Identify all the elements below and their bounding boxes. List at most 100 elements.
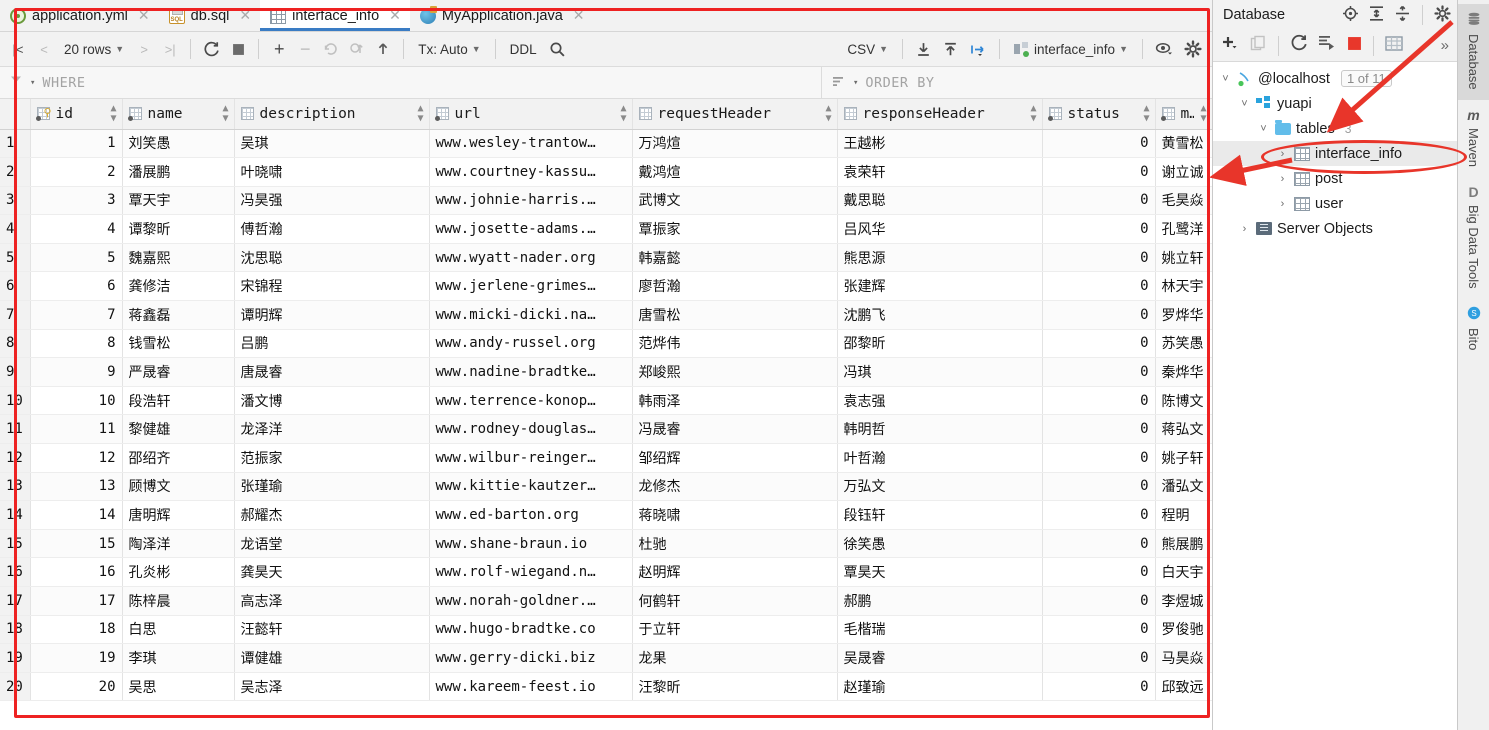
cell-url[interactable]: www.micki-dicki.na… xyxy=(429,300,633,330)
table-row[interactable]: 2 2 潘展鹏 叶晓啸 www.courtney-kassu… 戴鸿煊 袁荣轩 0 谢立诚 xyxy=(0,157,1212,187)
stop-icon[interactable] xyxy=(226,36,250,62)
table-row[interactable]: 10 10 段浩轩 潘文博 www.terrence-konop… 韩雨泽 袁志强 0 陈博文 xyxy=(0,386,1212,416)
cell-status[interactable]: 0 xyxy=(1042,357,1156,387)
cell-url[interactable]: www.gerry-dicki.biz xyxy=(429,643,633,673)
cell-description[interactable]: 谭健雄 xyxy=(234,643,430,673)
column-header-requestHeader[interactable]: requestHeader ▲ ▼ xyxy=(632,99,838,130)
transaction-mode-selector[interactable]: Tx: Auto ▼ xyxy=(412,42,486,57)
cell-status[interactable]: 0 xyxy=(1042,329,1156,359)
result-grid[interactable]: ⚲ id ▲ ▼ name ▲ ▼ description ▲ ▼ url ▲ ▼ requestHead… xyxy=(0,99,1212,730)
table-row[interactable]: 20 20 吴思 吴志泽 www.kareem-feest.io 汪黎昕 赵瑾瑜 0 邱致远 xyxy=(0,672,1212,702)
sort-indicator-icon[interactable]: ▲ ▼ xyxy=(1030,103,1036,124)
tree-node-server-objects[interactable]: › Server Objects xyxy=(1213,216,1457,241)
cell-name[interactable]: 龚修洁 xyxy=(122,271,235,302)
cell-id[interactable]: 6 xyxy=(30,271,123,302)
column-header-name[interactable]: name ▲ ▼ xyxy=(122,99,235,130)
cell-id[interactable]: 18 xyxy=(30,615,123,645)
export-format-selector[interactable]: CSV ▼ xyxy=(841,42,894,57)
sort-indicator-icon[interactable]: ▲ ▼ xyxy=(1200,103,1206,124)
column-header-responseHeader[interactable]: responseHeader ▲ ▼ xyxy=(837,99,1043,130)
column-header-description[interactable]: description ▲ ▼ xyxy=(234,99,430,130)
reload-icon[interactable] xyxy=(199,36,224,62)
cell-id[interactable]: 11 xyxy=(30,414,123,445)
table-row[interactable]: 17 17 陈梓晨 高志泽 www.norah-goldner.… 何鹤轩 郝鹏 0 李煜城 xyxy=(0,586,1212,616)
tree-node-tables[interactable]: ˅ tables 3 xyxy=(1213,116,1457,141)
cell-id[interactable]: 7 xyxy=(30,300,123,330)
cell-url[interactable]: www.rodney-douglas… xyxy=(429,414,633,445)
cell-name[interactable]: 陶泽洋 xyxy=(122,529,235,559)
cell-requestHeader[interactable]: 赵明辉 xyxy=(632,557,838,587)
cell-requestHeader[interactable]: 范烨伟 xyxy=(632,329,838,359)
chevron-right-icon[interactable]: › xyxy=(1276,173,1289,185)
cell-requestHeader[interactable]: 杜驰 xyxy=(632,529,838,559)
cell-status[interactable]: 0 xyxy=(1042,500,1156,530)
cell-responseHeader[interactable]: 张建辉 xyxy=(837,271,1043,302)
cell-id[interactable]: 5 xyxy=(30,243,123,273)
where-filter-input[interactable]: ▾ WHERE xyxy=(0,67,822,98)
cell-met[interactable]: 程明 xyxy=(1155,500,1212,530)
cell-description[interactable]: 冯昊强 xyxy=(234,186,430,216)
close-icon[interactable]: ✕ xyxy=(138,9,150,23)
cell-met[interactable]: 熊展鹏 xyxy=(1155,529,1212,559)
sort-indicator-icon[interactable]: ▲ ▼ xyxy=(110,103,116,124)
table-row[interactable]: 9 9 严晟睿 唐晟睿 www.nadine-bradtke… 郑峻熙 冯琪 0 秦烨华 xyxy=(0,357,1212,387)
cell-status[interactable]: 0 xyxy=(1042,472,1156,502)
cell-requestHeader[interactable]: 蒋晓啸 xyxy=(632,500,838,530)
cell-description[interactable]: 叶晓啸 xyxy=(234,157,430,187)
cell-status[interactable]: 0 xyxy=(1042,214,1156,244)
tool-tab-maven[interactable]: m Maven xyxy=(1458,100,1489,177)
table-row[interactable]: 3 3 覃天宇 冯昊强 www.johnie-harris.… 武博文 戴思聪 0 毛昊焱 xyxy=(0,186,1212,216)
cell-name[interactable]: 谭黎昕 xyxy=(122,214,235,244)
cell-status[interactable]: 0 xyxy=(1042,529,1156,559)
close-icon[interactable]: ✕ xyxy=(573,9,585,23)
cell-responseHeader[interactable]: 王越彬 xyxy=(837,129,1043,159)
cell-url[interactable]: www.kareem-feest.io xyxy=(429,672,633,702)
prev-page-button[interactable]: < xyxy=(32,36,56,62)
cell-url[interactable]: www.wesley-trantow… xyxy=(429,129,633,159)
order-by-input[interactable]: ▾ ORDER BY xyxy=(822,67,1212,98)
sort-indicator-icon[interactable]: ▲ ▼ xyxy=(825,103,831,124)
cell-status[interactable]: 0 xyxy=(1042,271,1156,302)
cell-met[interactable]: 黄雪松 xyxy=(1155,129,1212,159)
column-header-url[interactable]: url ▲ ▼ xyxy=(429,99,633,130)
cell-requestHeader[interactable]: 郑峻熙 xyxy=(632,357,838,387)
chevron-right-icon[interactable]: › xyxy=(1238,223,1251,235)
next-page-button[interactable]: > xyxy=(132,36,156,62)
revert-icon[interactable] xyxy=(319,36,343,62)
cell-url[interactable]: www.shane-braun.io xyxy=(429,529,633,559)
cell-requestHeader[interactable]: 龙果 xyxy=(632,643,838,673)
cell-id[interactable]: 12 xyxy=(30,443,123,473)
tree-node-interface_info[interactable]: › interface_info xyxy=(1213,141,1457,166)
chevron-right-icon[interactable]: › xyxy=(1276,148,1289,160)
cell-id[interactable]: 17 xyxy=(30,586,123,616)
cell-name[interactable]: 覃天宇 xyxy=(122,186,235,216)
close-icon[interactable]: ✕ xyxy=(389,9,401,23)
gear-icon[interactable] xyxy=(1434,4,1451,26)
cell-met[interactable]: 罗俊驰 xyxy=(1155,615,1212,645)
cell-requestHeader[interactable]: 龙修杰 xyxy=(632,472,838,502)
jump-to-icon[interactable] xyxy=(965,36,991,62)
cell-status[interactable]: 0 xyxy=(1042,557,1156,587)
sort-indicator-icon[interactable]: ▲ ▼ xyxy=(417,103,423,124)
cell-responseHeader[interactable]: 韩明哲 xyxy=(837,414,1043,445)
cell-met[interactable]: 邱致远 xyxy=(1155,672,1212,702)
cell-responseHeader[interactable]: 段钰轩 xyxy=(837,500,1043,530)
cell-responseHeader[interactable]: 毛楷瑞 xyxy=(837,615,1043,645)
cell-met[interactable]: 陈博文 xyxy=(1155,386,1212,416)
table-row[interactable]: 11 11 黎健雄 龙泽洋 www.rodney-douglas… 冯晟睿 韩明哲 0 蒋弘文 xyxy=(0,414,1212,445)
copy-icon[interactable] xyxy=(1250,35,1267,57)
add-row-button[interactable]: + xyxy=(267,36,291,62)
cell-id[interactable]: 14 xyxy=(30,500,123,530)
cell-met[interactable]: 白天宇 xyxy=(1155,557,1212,587)
cell-url[interactable]: www.kittie-kautzer… xyxy=(429,472,633,502)
cell-description[interactable]: 唐晟睿 xyxy=(234,357,430,387)
cell-requestHeader[interactable]: 何鹤轩 xyxy=(632,586,838,616)
cell-description[interactable]: 高志泽 xyxy=(234,586,430,616)
download-icon[interactable] xyxy=(911,36,936,62)
cell-name[interactable]: 孔炎彬 xyxy=(122,557,235,587)
cell-url[interactable]: www.terrence-konop… xyxy=(429,386,633,416)
editor-tab-myapplication-java[interactable]: MyApplication.java ✕ xyxy=(409,0,594,31)
cell-url[interactable]: www.wilbur-reinger… xyxy=(429,443,633,473)
table-row[interactable]: 8 8 钱雪松 吕鹏 www.andy-russel.org 范烨伟 邵黎昕 0 苏笑愚 xyxy=(0,329,1212,359)
cell-url[interactable]: www.ed-barton.org xyxy=(429,500,633,530)
